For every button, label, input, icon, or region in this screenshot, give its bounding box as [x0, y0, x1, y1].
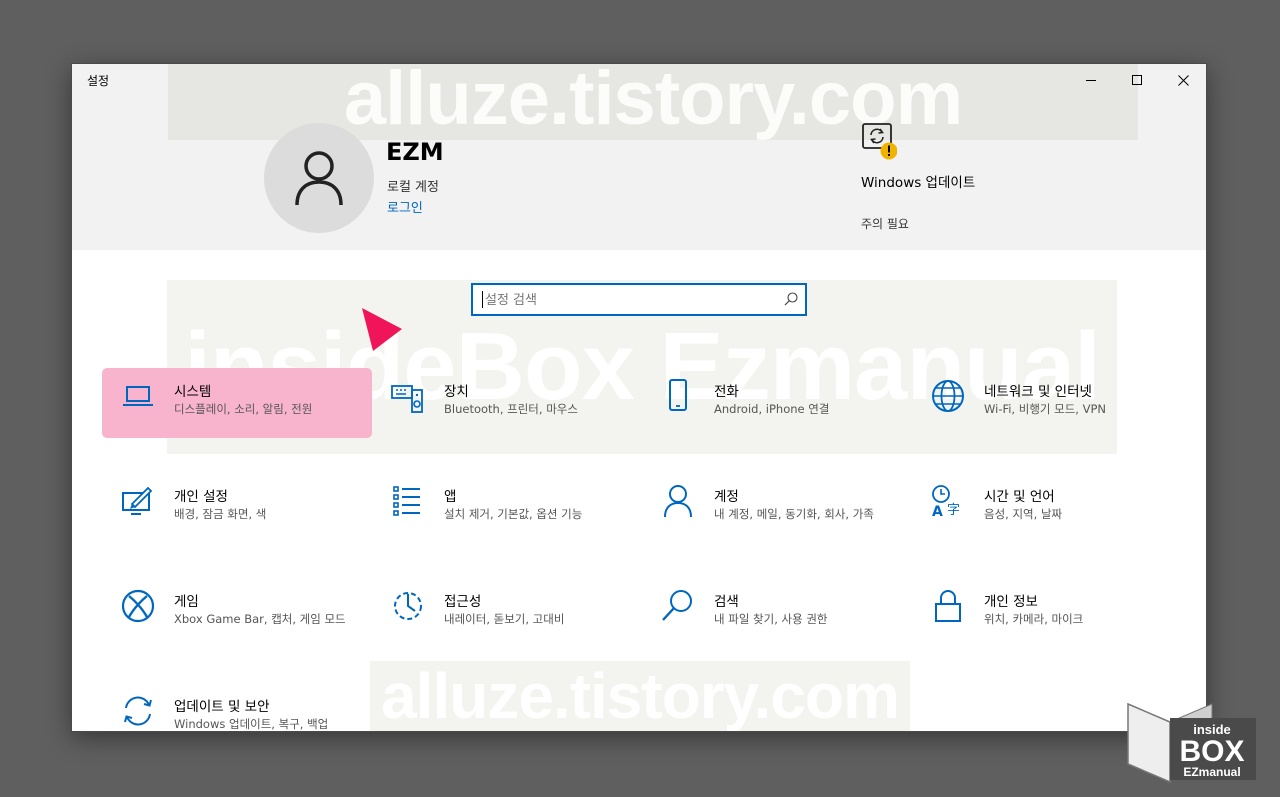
watermark-bottom: alluze.tistory.com — [370, 661, 910, 731]
tile-title: 검색 — [714, 594, 739, 610]
tile-subtitle: 내 파일 찾기, 사용 권한 — [714, 612, 828, 626]
tile-devices[interactable]: 장치 Bluetooth, 프린터, 마우스 — [372, 368, 642, 438]
tile-title: 게임 — [174, 594, 199, 610]
svg-text:字: 字 — [947, 503, 960, 518]
tile-gaming[interactable]: 게임 Xbox Game Bar, 캡처, 게임 모드 — [102, 578, 372, 648]
personalization-icon — [122, 486, 153, 515]
windows-update-icon[interactable] — [861, 122, 897, 162]
tile-subtitle: Android, iPhone 연결 — [714, 402, 830, 416]
tile-system[interactable]: 시스템 디스플레이, 소리, 알림, 전원 — [102, 368, 372, 438]
tile-title: 전화 — [714, 384, 739, 400]
tile-network[interactable]: 네트워크 및 인터넷 Wi-Fi, 비행기 모드, VPN — [912, 368, 1182, 438]
insidebox-logo: inside BOX EZmanual — [1127, 702, 1256, 784]
search-magnifier-icon — [662, 590, 692, 621]
maximize-icon — [1131, 74, 1142, 85]
apps-list-icon — [393, 486, 420, 516]
tile-subtitle: 설치 제거, 기본값, 옵션 기능 — [444, 507, 583, 521]
tile-subtitle: Wi-Fi, 비행기 모드, VPN — [984, 402, 1107, 416]
minimize-icon — [1085, 79, 1096, 81]
search-icon[interactable] — [784, 292, 798, 306]
sync-icon — [124, 696, 152, 726]
close-button[interactable] — [1160, 64, 1206, 96]
update-status: 주의 필요 — [861, 217, 909, 231]
tile-accounts[interactable]: 계정 내 계정, 메일, 동기화, 회사, 가족 — [642, 473, 912, 543]
update-title[interactable]: Windows 업데이트 — [861, 174, 981, 193]
tile-privacy[interactable]: 개인 정보 위치, 카메라, 마이크 — [912, 578, 1182, 648]
time-language-icon: A 字 — [932, 485, 960, 519]
tile-subtitle: 배경, 잠금 화면, 색 — [174, 507, 267, 521]
tile-phone[interactable]: 전화 Android, iPhone 연결 — [642, 368, 912, 438]
lock-icon — [935, 590, 961, 622]
settings-window: alluze.tistory.com insideBox Ezmanual al… — [72, 64, 1206, 731]
xbox-icon — [121, 589, 155, 623]
tile-title: 업데이트 및 보안 — [174, 699, 270, 715]
logo-line3: EZmanual — [1183, 765, 1240, 779]
avatar[interactable] — [264, 123, 374, 233]
person-icon — [664, 485, 692, 518]
tile-subtitle: 내 계정, 메일, 동기화, 회사, 가족 — [714, 507, 874, 521]
account-type: 로컬 계정 — [387, 180, 439, 195]
accessibility-icon — [394, 592, 422, 620]
signin-link[interactable]: 로그인 — [387, 197, 423, 216]
tile-subtitle: 디스플레이, 소리, 알림, 전원 — [174, 402, 313, 416]
tile-title: 앱 — [444, 489, 457, 505]
tile-time-language[interactable]: A 字 시간 및 언어 음성, 지역, 날짜 — [912, 473, 1182, 543]
pointer-arrow-icon — [362, 308, 402, 351]
tile-accessibility[interactable]: 접근성 내레이터, 돋보기, 고대비 — [372, 578, 642, 648]
account-name: EZM — [386, 138, 444, 166]
minimize-button[interactable] — [1068, 64, 1114, 96]
user-avatar-icon — [295, 151, 343, 206]
globe-icon — [932, 380, 964, 412]
tile-subtitle: 위치, 카메라, 마이크 — [984, 612, 1084, 626]
tile-subtitle: 내레이터, 돋보기, 고대비 — [444, 612, 565, 626]
tile-title: 개인 설정 — [174, 489, 228, 505]
tile-subtitle: Xbox Game Bar, 캡처, 게임 모드 — [174, 612, 346, 626]
tile-subtitle: 음성, 지역, 날짜 — [984, 507, 1063, 521]
window-title: 설정 — [87, 74, 110, 88]
tile-subtitle: Bluetooth, 프린터, 마우스 — [444, 402, 578, 416]
tile-title: 접근성 — [444, 594, 482, 610]
tile-title: 시간 및 언어 — [984, 489, 1055, 505]
tile-apps[interactable]: 앱 설치 제거, 기본값, 옵션 기능 — [372, 473, 642, 543]
tile-title: 장치 — [444, 384, 469, 400]
phone-icon — [669, 379, 687, 411]
tile-title: 시스템 — [174, 384, 212, 400]
search-input[interactable] — [483, 288, 777, 312]
tile-search[interactable]: 검색 내 파일 찾기, 사용 권한 — [642, 578, 912, 648]
laptop-icon — [123, 386, 153, 406]
settings-search-box[interactable] — [471, 283, 807, 316]
devices-icon — [391, 385, 423, 413]
maximize-button[interactable] — [1114, 64, 1160, 96]
tile-personalization[interactable]: 개인 설정 배경, 잠금 화면, 색 — [102, 473, 372, 543]
tile-title: 계정 — [714, 489, 739, 505]
tile-update-security[interactable]: 업데이트 및 보안 Windows 업데이트, 복구, 백업 — [102, 683, 372, 731]
tile-title: 개인 정보 — [984, 594, 1038, 610]
close-icon — [1177, 74, 1189, 86]
tile-title: 네트워크 및 인터넷 — [984, 384, 1092, 400]
logo-line2: BOX — [1179, 735, 1244, 768]
svg-text:A: A — [932, 504, 943, 519]
tile-subtitle: Windows 업데이트, 복구, 백업 — [174, 717, 329, 731]
